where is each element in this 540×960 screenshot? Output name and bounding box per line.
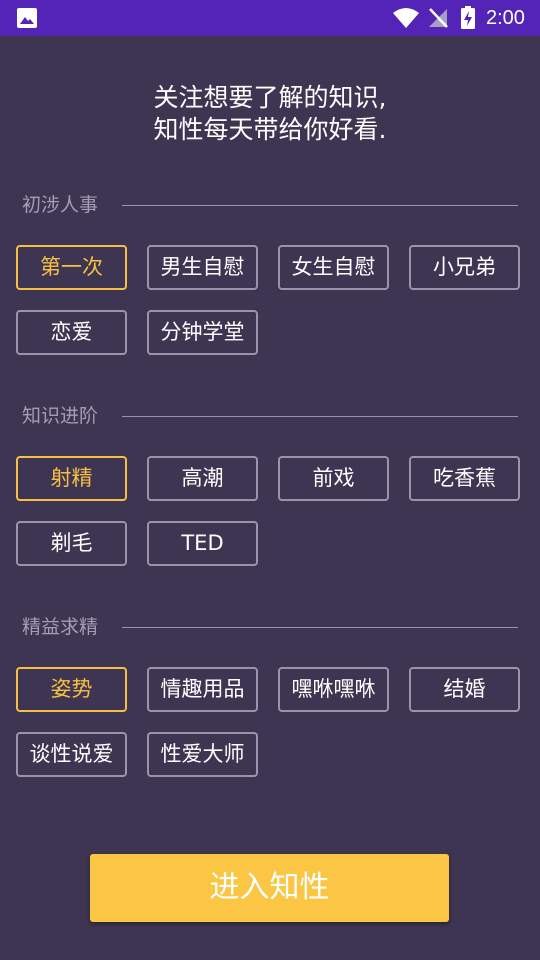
wifi-icon <box>392 6 420 34</box>
tag-heixiu[interactable]: 嘿咻嘿咻 <box>278 667 389 712</box>
section-header-basics: 初涉人事 <box>22 192 518 218</box>
tag-love[interactable]: 恋爱 <box>16 310 127 355</box>
tag-little-brother[interactable]: 小兄弟 <box>409 245 520 290</box>
tag-orgasm[interactable]: 高潮 <box>147 456 258 501</box>
tag-ejaculation[interactable]: 射精 <box>16 456 127 501</box>
section-divider <box>122 205 518 206</box>
section-divider <box>122 416 518 417</box>
no-signal-icon <box>426 6 450 34</box>
section-title: 知识进阶 <box>22 405 99 427</box>
tag-first-time[interactable]: 第一次 <box>16 245 127 290</box>
tag-eat-banana[interactable]: 吃香蕉 <box>409 456 520 501</box>
section-header-mastery: 精益求精 <box>22 614 518 640</box>
gallery-icon <box>16 7 38 33</box>
section-title: 初涉人事 <box>22 194 99 216</box>
tag-female-masturbation[interactable]: 女生自慰 <box>278 245 389 290</box>
tag-marriage[interactable]: 结婚 <box>409 667 520 712</box>
status-bar: 2:00 <box>0 0 540 36</box>
section-title: 精益求精 <box>22 616 99 638</box>
tag-male-masturbation[interactable]: 男生自慰 <box>147 245 258 290</box>
headline-line-1: 关注想要了解的知识, <box>153 83 387 112</box>
tag-foreplay[interactable]: 前戏 <box>278 456 389 501</box>
tag-sex-master[interactable]: 性爱大师 <box>147 732 258 777</box>
tag-shaving[interactable]: 剃毛 <box>16 521 127 566</box>
headline: 关注想要了解的知识, 知性每天带给你好看. <box>0 82 540 146</box>
battery-charging-icon <box>460 6 476 34</box>
tag-talk-sex-love[interactable]: 谈性说爱 <box>16 732 127 777</box>
enter-button[interactable]: 进入知性 <box>90 854 449 922</box>
tag-positions[interactable]: 姿势 <box>16 667 127 712</box>
section-header-advanced: 知识进阶 <box>22 403 518 429</box>
section-divider <box>122 627 518 628</box>
tag-minute-class[interactable]: 分钟学堂 <box>147 310 258 355</box>
headline-line-2: 知性每天带给你好看. <box>153 115 387 144</box>
tag-adult-toys[interactable]: 情趣用品 <box>147 667 258 712</box>
status-time: 2:00 <box>486 7 525 29</box>
tag-ted[interactable]: TED <box>147 521 258 566</box>
